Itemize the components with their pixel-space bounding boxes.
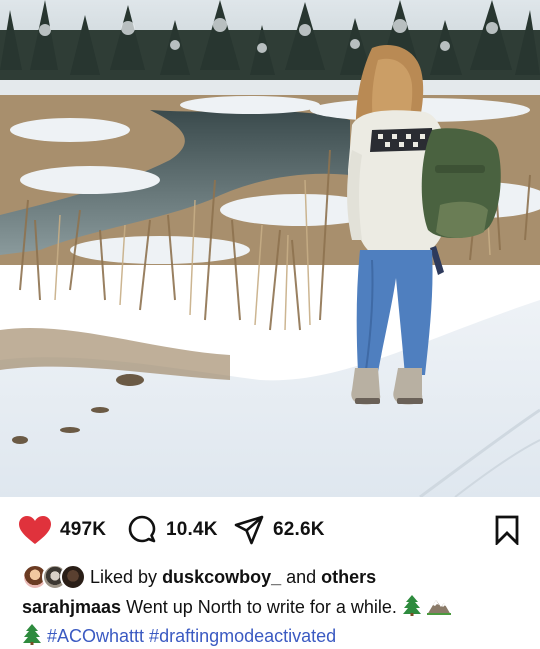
liked-by-row: Liked by duskcowboy_ and others <box>22 563 376 591</box>
liked-by-user-link[interactable]: duskcowboy_ <box>162 567 281 587</box>
comment-icon <box>126 514 158 546</box>
comment-count: 10.4K <box>166 519 218 540</box>
liked-by-others-link[interactable]: others <box>321 567 376 587</box>
post-photo[interactable] <box>0 0 540 497</box>
share-count: 62.6K <box>273 519 325 540</box>
caption-text: Went up North to write for a while. <box>126 597 397 617</box>
like-button[interactable]: 497K <box>18 505 106 555</box>
caption-username[interactable]: sarahjmaas <box>22 597 121 617</box>
comment-button[interactable]: 10.4K <box>126 505 218 555</box>
share-button[interactable]: 62.6K <box>233 505 325 555</box>
caption-hashtags[interactable]: #ACOwhattt #draftingmodeactivated <box>47 626 336 646</box>
avatar <box>60 564 86 590</box>
post-caption: sarahjmaas Went up North to write for a … <box>22 594 522 649</box>
liked-by-middle: and <box>286 566 317 587</box>
instagram-post: 497K 10.4K 62.6K Liked by duskcowboy_ an… <box>0 0 540 649</box>
liked-by-text: Liked by duskcowboy_ and others <box>90 567 376 588</box>
save-button[interactable] <box>494 505 520 555</box>
heart-icon <box>18 515 52 545</box>
action-bar: 497K 10.4K 62.6K <box>0 505 540 555</box>
snow-capped-mountain-icon <box>426 596 451 623</box>
snowy-landscape-photo <box>0 0 540 497</box>
liked-by-avatars[interactable] <box>22 564 86 590</box>
evergreen-tree-icon <box>22 623 42 649</box>
like-count: 497K <box>60 519 107 540</box>
paper-plane-icon <box>233 514 265 546</box>
bookmark-icon <box>494 515 520 545</box>
heart-filled-icon <box>19 516 51 544</box>
liked-by-prefix: Liked by <box>90 566 158 587</box>
evergreen-tree-icon <box>402 594 422 623</box>
